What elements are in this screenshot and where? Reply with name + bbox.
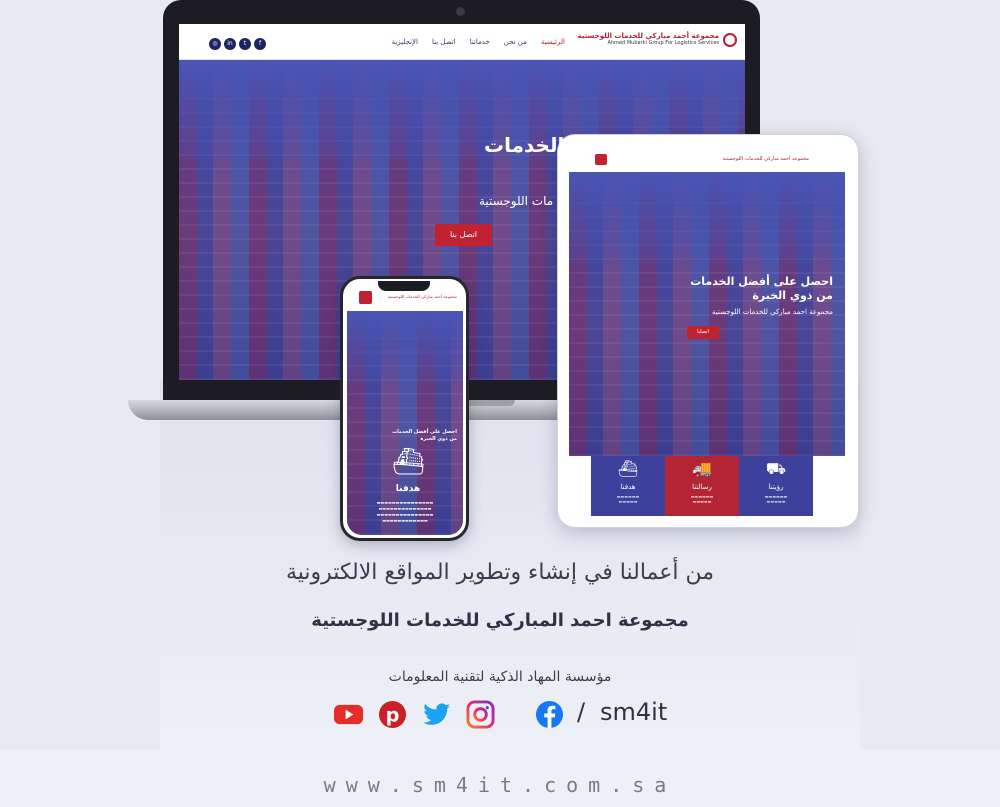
company-name: مؤسسة المهاد الذكية لتقنية المعلومات: [388, 669, 612, 685]
youtube-icon[interactable]: [333, 700, 364, 729]
laptop-hero-subtitle: مات اللوجستية: [479, 194, 554, 208]
tablet-contact-button[interactable]: اتصلنا: [687, 326, 719, 339]
tablet-title-line2: من ذوي الخبرة: [752, 289, 833, 303]
card-goal-text: ▬▬▬▬▬▬ ▬▬▬▬▬: [616, 494, 640, 504]
tablet-navbar: مجموعة أحمد مباركي للخدمات اللوجستية: [569, 146, 845, 172]
instagram-icon[interactable]: ◎: [209, 38, 221, 50]
nav-english[interactable]: الإنجليزية: [392, 38, 418, 46]
instagram-icon[interactable]: [465, 700, 496, 729]
tablet-screen: مجموعة أحمد مباركي للخدمات اللوجستية احص…: [569, 146, 845, 516]
laptop-logo[interactable]: مجموعة أحمد مباركي للخدمات اللوجستية Ahm…: [578, 32, 719, 46]
laptop-camera: [456, 7, 465, 16]
ship-icon: ⛴: [617, 459, 639, 478]
nav-services[interactable]: خدماتنا: [470, 38, 490, 46]
card-mission[interactable]: 🚚 رسالتنا ▬▬▬▬▬▬ ▬▬▬▬▬: [665, 456, 739, 516]
tablet-logo[interactable]: مجموعة أحمد مباركي للخدمات اللوجستية: [723, 156, 809, 162]
truck-icon: 🚚: [692, 459, 712, 478]
tablet-feature-cards: ⛴ هدفنا ▬▬▬▬▬▬ ▬▬▬▬▬ 🚚 رسالتنا ▬▬▬▬▬▬ ▬▬▬▬…: [591, 456, 815, 516]
headline: من أعمالنا في إنشاء وتطوير المواقع الالك…: [285, 560, 715, 585]
card-mission-label: رسالتنا: [692, 483, 712, 491]
tablet-hero: احصل على أفضل الخدمات من ذوي الخبرة مجمو…: [569, 172, 845, 456]
laptop-social: ◎ in t f: [209, 38, 266, 50]
phone-hero-title: احصل على أفضل الخدمات من ذوي الخبرة: [392, 429, 457, 443]
website-url[interactable]: www.sm4it.com.sa: [0, 773, 1000, 797]
nav-contact[interactable]: اتصل بنا: [432, 38, 456, 46]
phone-goal-label: هدفنا: [395, 484, 421, 494]
card-mission-text: ▬▬▬▬▬▬ ▬▬▬▬▬: [690, 494, 714, 504]
subheadline: مجموعة احمد المباركي للخدمات اللوجستية: [311, 610, 689, 631]
tablet-title-line1: احصل على أفضل الخدمات: [690, 275, 833, 288]
laptop-menu: الرئيسية من نحن خدماتنا اتصل بنا الإنجلي…: [392, 38, 565, 46]
nav-home[interactable]: الرئيسية: [541, 38, 565, 46]
svg-text:p: p: [386, 703, 400, 726]
card-goal-label: هدفنا: [620, 483, 636, 491]
laptop-hero-title: الخدمات: [484, 133, 565, 157]
social-icons: p: [333, 700, 565, 729]
phone-title-line2: من ذوي الخبرة: [420, 436, 457, 442]
phone-notch: [378, 281, 430, 291]
hamburger-menu-icon[interactable]: [595, 154, 607, 165]
ship-icon: ⛴: [392, 447, 426, 477]
tablet-hero-subtitle: مجموعة احمد مباركي للخدمات اللوجستية: [712, 308, 833, 316]
logo-icon: [723, 33, 737, 47]
card-vision-label: رؤيتنا: [768, 483, 784, 491]
logo-line-arabic: مجموعة أحمد مباركي للخدمات اللوجستية: [577, 32, 719, 40]
facebook-icon[interactable]: f: [254, 38, 266, 50]
twitter-icon[interactable]: t: [239, 38, 251, 50]
tablet-hero-title: احصل على أفضل الخدمات من ذوي الخبرة: [690, 275, 833, 304]
card-goal[interactable]: ⛴ هدفنا ▬▬▬▬▬▬ ▬▬▬▬▬: [591, 456, 665, 516]
logo-line-english: Ahmed Mubarki Group For Logistics Servic…: [607, 40, 719, 46]
twitter-icon[interactable]: [421, 700, 452, 729]
phone-logo[interactable]: مجموعة أحمد مباركي للخدمات اللوجستية: [388, 294, 457, 299]
hamburger-menu-icon[interactable]: [359, 291, 372, 304]
card-vision[interactable]: ⛟ رؤيتنا ▬▬▬▬▬▬ ▬▬▬▬▬: [739, 456, 813, 516]
nav-about[interactable]: من نحن: [504, 38, 527, 46]
facebook-icon[interactable]: [534, 700, 565, 729]
laptop-contact-button[interactable]: اتصل بنا: [435, 224, 492, 246]
phone-goal-text: ▬▬▬▬▬▬▬▬▬▬▬▬▬▬▬ ▬▬▬▬▬▬▬▬▬▬▬▬▬▬ ▬▬▬▬▬▬▬▬▬▬▬…: [376, 500, 434, 523]
phone-title-line1: احصل على أفضل الخدمات: [392, 429, 457, 435]
linkedin-icon[interactable]: in: [224, 38, 236, 50]
pinterest-icon[interactable]: p: [377, 700, 408, 729]
phone-screen: مجموعة أحمد مباركي للخدمات اللوجستية احص…: [347, 283, 463, 535]
social-handle[interactable]: sm4it: [600, 698, 667, 726]
card-vision-text: ▬▬▬▬▬▬ ▬▬▬▬▬: [764, 494, 788, 504]
laptop-navbar: مجموعة أحمد مباركي للخدمات اللوجستية Ahm…: [179, 24, 745, 60]
separator-slash: /: [577, 698, 586, 726]
forklift-icon: ⛟: [765, 459, 787, 478]
